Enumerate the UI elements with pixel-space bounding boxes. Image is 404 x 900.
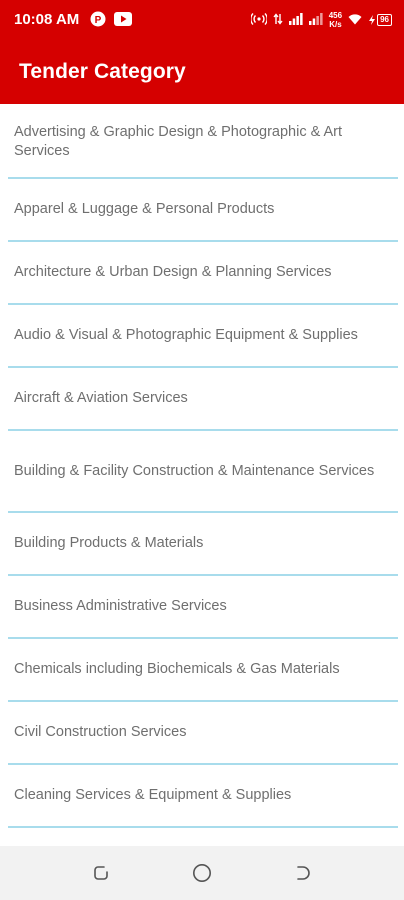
network-speed-value: 456 xyxy=(328,11,343,20)
category-label: Business Administrative Services xyxy=(14,598,227,614)
list-item[interactable]: Chemicals including Biochemicals & Gas M… xyxy=(8,639,398,702)
category-label: Apparel & Luggage & Personal Products xyxy=(14,201,275,217)
recent-apps-icon[interactable] xyxy=(91,863,111,883)
category-label: Architecture & Urban Design & Planning S… xyxy=(14,264,332,280)
network-speed: 456 K/s xyxy=(329,11,342,29)
category-label: Civil Construction Services xyxy=(14,724,187,740)
page-title: Tender Category xyxy=(19,60,186,83)
list-item[interactable]: Aircraft & Aviation Services xyxy=(8,368,398,431)
youtube-icon xyxy=(114,11,132,27)
status-time: 10:08 AM xyxy=(14,11,80,28)
home-icon[interactable] xyxy=(192,863,212,883)
list-item[interactable]: Audio & Visual & Photographic Equipment … xyxy=(8,305,398,368)
category-label: Building & Facility Construction & Maint… xyxy=(14,462,375,479)
list-item[interactable]: Civil Construction Services xyxy=(8,702,398,765)
category-label: Building Products & Materials xyxy=(14,535,204,551)
system-nav-bar xyxy=(0,846,404,900)
list-item[interactable]: Apparel & Luggage & Personal Products xyxy=(8,179,398,242)
list-item[interactable]: Architecture & Urban Design & Planning S… xyxy=(8,242,398,305)
data-arrows-icon xyxy=(273,12,283,28)
battery-level: 96 xyxy=(377,14,392,26)
status-right-cluster: 456 K/s 96 xyxy=(249,10,392,30)
list-item[interactable]: Business Administrative Services xyxy=(8,576,398,639)
back-icon[interactable] xyxy=(293,863,313,883)
hotspot-icon xyxy=(249,12,268,28)
category-list: Advertising & Graphic Design & Photograp… xyxy=(0,104,404,828)
signal-icon-2 xyxy=(308,12,323,28)
wifi-icon xyxy=(348,13,362,28)
app-bar: Tender Category xyxy=(0,40,404,104)
list-item[interactable]: Building & Facility Construction & Maint… xyxy=(8,431,398,513)
status-bar: 10:08 AM P 456 K/s 96 xyxy=(0,0,404,40)
category-label: Advertising & Graphic Design & Photograp… xyxy=(14,124,343,159)
list-item[interactable]: Advertising & Graphic Design & Photograp… xyxy=(8,104,398,179)
category-label: Cleaning Services & Equipment & Supplies xyxy=(14,787,292,803)
signal-icon xyxy=(288,12,303,28)
category-label: Audio & Visual & Photographic Equipment … xyxy=(14,327,358,343)
battery-icon: 96 xyxy=(368,14,392,26)
list-item[interactable]: Cleaning Services & Equipment & Supplies xyxy=(8,765,398,828)
category-label: Chemicals including Biochemicals & Gas M… xyxy=(14,661,340,677)
list-item[interactable]: Building Products & Materials xyxy=(8,513,398,576)
svg-text:P: P xyxy=(95,15,102,26)
category-label: Aircraft & Aviation Services xyxy=(14,390,188,406)
notification-p-icon: P xyxy=(90,11,106,27)
network-speed-unit: K/s xyxy=(329,20,342,29)
